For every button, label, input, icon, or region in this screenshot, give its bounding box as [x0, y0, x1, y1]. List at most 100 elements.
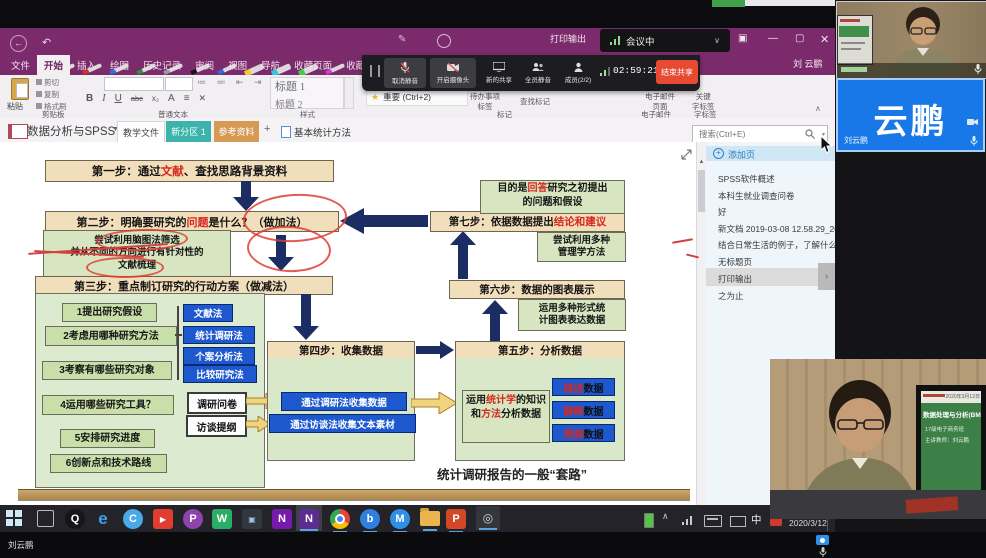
search-icon[interactable]: [805, 129, 815, 139]
tab-file[interactable]: 文件: [4, 55, 37, 75]
taskbar-app-chrome[interactable]: [330, 509, 350, 529]
taskbar-app-video[interactable]: ▶: [153, 509, 173, 529]
taskbar-app-wechat[interactable]: W: [212, 509, 232, 529]
tab-nav[interactable]: 导航: [254, 55, 287, 75]
display-icon[interactable]: [730, 516, 746, 527]
overlay-mic-icon[interactable]: [819, 547, 827, 557]
new-share-button[interactable]: 新的共享: [482, 58, 516, 88]
notebook-name[interactable]: 数据分析与SPSS: [27, 123, 115, 139]
members-button[interactable]: 成员(2/2): [560, 58, 596, 88]
meeting-status-pill[interactable]: 会议中 ∨: [600, 29, 730, 52]
add-section-button[interactable]: +: [264, 123, 270, 135]
toolbar-drag-handle[interactable]: [370, 65, 380, 77]
page-list-item[interactable]: 结合日常生活的例子，了解什么是: [718, 239, 846, 251]
monitor-mode-icon[interactable]: ▣: [738, 33, 747, 44]
find-tags-button[interactable]: 查找标记: [520, 96, 550, 107]
webcam-window-presenter[interactable]: 2020年3月12日 数据处理与分析(BM3) 17级电子商务班 主讲教师：刘云…: [770, 359, 986, 519]
font-color-button[interactable]: A: [168, 93, 175, 104]
strikethrough-button[interactable]: abc: [131, 94, 143, 103]
align-button[interactable]: ≡: [184, 93, 190, 104]
maximize-button[interactable]: ▢: [795, 33, 804, 44]
tab-history[interactable]: 历史记录: [136, 55, 188, 75]
tab-review[interactable]: 审阅: [188, 55, 221, 75]
back-button[interactable]: ←: [10, 35, 27, 52]
start-button[interactable]: [6, 510, 22, 526]
close-button[interactable]: ✕: [820, 33, 829, 46]
taskbar-app-recorder[interactable]: ◎: [476, 506, 500, 530]
subscript-button[interactable]: x₂: [152, 94, 159, 103]
font-size-select[interactable]: [165, 77, 193, 91]
styles-gallery[interactable]: 标题 1 标题 2: [270, 77, 344, 109]
webcam-tile-remote[interactable]: [836, 1, 986, 79]
unmute-button[interactable]: 取消静音: [384, 58, 426, 88]
collapse-ribbon-icon[interactable]: ∧: [815, 104, 821, 113]
page-list-item[interactable]: 无标题页: [718, 256, 752, 268]
page-list-item[interactable]: 新文档 2019-03-08 12.58.29_20: [718, 223, 839, 235]
start-camera-button[interactable]: 开启摄像头: [430, 58, 476, 88]
copy-button[interactable]: 复制: [36, 89, 59, 100]
network-icon[interactable]: [682, 514, 694, 525]
account-icon[interactable]: [437, 34, 451, 48]
flow-data-box: 解释数据: [552, 401, 615, 419]
ime-indicator[interactable]: 中: [751, 512, 762, 527]
touch-keyboard-icon[interactable]: [704, 515, 722, 527]
bold-button[interactable]: B: [86, 93, 93, 104]
clock-date[interactable]: 2020/3/12: [789, 518, 827, 528]
undo-button[interactable]: ↶: [42, 36, 51, 49]
mute-all-button[interactable]: 全员静音: [520, 58, 556, 88]
styles-scrollbar[interactable]: [344, 77, 354, 109]
page-list-item[interactable]: 之为止: [718, 290, 744, 302]
font-select[interactable]: [104, 77, 164, 91]
paste-button[interactable]: 粘贴: [7, 101, 23, 112]
underline-button[interactable]: U: [115, 93, 122, 104]
tab-view[interactable]: 视图: [221, 55, 254, 75]
list-buttons[interactable]: ≔ ≕ ⇤ ⇥: [197, 77, 266, 88]
participant-tile-self[interactable]: 云鹏 刘云鹏: [836, 78, 985, 152]
taskbar-app-explorer[interactable]: [420, 511, 440, 526]
page-list-item[interactable]: SPSS软件概述: [718, 173, 775, 185]
scrollbar-up-arrow[interactable]: ▲: [697, 158, 706, 167]
page-list-expand-tab[interactable]: ›: [818, 263, 835, 290]
paste-icon[interactable]: [11, 78, 29, 100]
minimize-button[interactable]: —: [768, 33, 778, 44]
page-tab-label[interactable]: 基本统计方法: [294, 125, 351, 139]
add-page-bar[interactable]: + 添加页: [706, 146, 835, 161]
signed-in-user[interactable]: 刘 云鹏: [793, 57, 823, 70]
taskbar-app-edge[interactable]: e: [93, 509, 113, 529]
taskbar-app-meeting[interactable]: M: [390, 509, 410, 529]
section-tab-new[interactable]: 新分区 1: [166, 121, 211, 142]
taskbar-app-browser[interactable]: b: [360, 509, 380, 529]
taskbar-app-cloud[interactable]: C: [123, 509, 143, 529]
taskbar-app-photos[interactable]: ▣: [242, 509, 262, 529]
page-list-item[interactable]: 本科生就业调查问卷: [718, 190, 795, 202]
style-heading1[interactable]: 标题 1: [271, 78, 343, 94]
end-share-button[interactable]: 结束共享: [656, 60, 698, 84]
pen-settings-icon[interactable]: ✎: [398, 34, 406, 45]
taskbar-app-powerpoint[interactable]: P: [446, 509, 466, 529]
taskbar-app-qq[interactable]: Q: [65, 509, 85, 529]
overlay-camera-icon[interactable]: [816, 535, 829, 545]
tab-home[interactable]: 开始: [37, 55, 70, 75]
page-list-item[interactable]: 好: [718, 206, 727, 218]
italic-button[interactable]: I: [102, 93, 105, 104]
tab-fav-pages[interactable]: 收藏页面: [287, 55, 339, 75]
tab-insert[interactable]: 插入: [70, 55, 103, 75]
section-tab-teaching[interactable]: 教学文件: [117, 121, 165, 143]
tray-chevron-icon[interactable]: ∧: [662, 511, 669, 522]
expand-canvas-icon[interactable]: [681, 149, 692, 160]
section-tab-reference[interactable]: 参考资料: [214, 121, 259, 142]
presenter-strip: [0, 532, 986, 558]
tab-draw[interactable]: 绘图: [103, 55, 136, 75]
task-view-button[interactable]: [37, 510, 54, 527]
clear-format-button[interactable]: ✕: [199, 93, 207, 104]
taskbar-app-player[interactable]: P: [183, 509, 203, 529]
scrollbar-thumb[interactable]: [698, 170, 705, 212]
chevron-down-icon[interactable]: ∨: [714, 36, 720, 45]
cut-button[interactable]: 剪切: [36, 77, 59, 88]
taskbar-app-onenote2016-active[interactable]: N: [296, 505, 322, 531]
taskbar-app-onenote[interactable]: N: [272, 509, 292, 529]
todo-tag-button[interactable]: 待办事项标签: [470, 92, 500, 112]
battery-icon[interactable]: [644, 513, 654, 528]
page-list-item-selected[interactable]: 打印输出: [718, 273, 752, 285]
search-input[interactable]: [697, 127, 801, 141]
